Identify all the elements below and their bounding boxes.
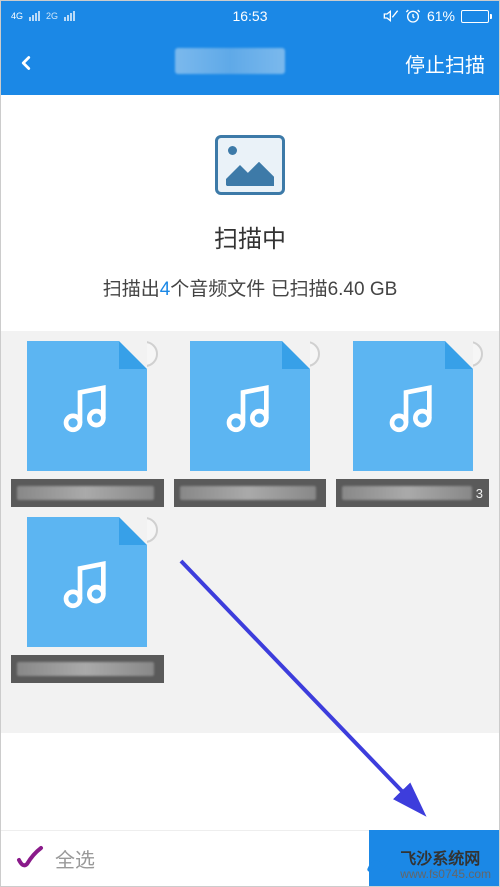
- scan-status-panel: 扫描中 扫描出4个音频文件 已扫描6.40 GB: [1, 95, 499, 331]
- signal-bars-2: [64, 11, 75, 21]
- select-all-label: 全选: [55, 844, 95, 873]
- file-name-label: [11, 655, 164, 683]
- checkmark-icon: [15, 844, 45, 874]
- network-2g: 2G: [46, 11, 58, 21]
- battery-icon: [461, 10, 489, 23]
- file-tile[interactable]: [174, 341, 327, 507]
- file-name-label: 3: [336, 479, 489, 507]
- file-name-label: [11, 479, 164, 507]
- file-grid: 3: [1, 331, 499, 733]
- scan-summary: 扫描出4个音频文件 已扫描6.40 GB: [21, 274, 479, 301]
- network-4g: 4G: [11, 11, 23, 21]
- app-bar: 停止扫描: [1, 31, 499, 95]
- audio-file-icon: [190, 341, 310, 471]
- music-note-icon: [59, 381, 115, 437]
- watermark: 飞沙系统网 www.fs0745.com: [366, 852, 491, 880]
- watermark-logo-icon: [366, 852, 394, 880]
- chevron-left-icon: [15, 46, 37, 80]
- stop-scan-button[interactable]: 停止扫描: [405, 49, 485, 78]
- app-title: [55, 48, 405, 79]
- image-placeholder-icon: [215, 135, 285, 195]
- select-all-toggle[interactable]: 全选: [15, 844, 95, 874]
- watermark-url: www.fs0745.com: [400, 868, 491, 880]
- file-tile[interactable]: [11, 517, 164, 683]
- audio-file-icon: [27, 341, 147, 471]
- music-note-icon: [222, 381, 278, 437]
- audio-file-icon: [27, 517, 147, 647]
- no-sound-icon: [383, 8, 399, 24]
- watermark-name: 飞沙系统网: [400, 852, 491, 868]
- music-note-icon: [385, 381, 441, 437]
- alarm-icon: [405, 8, 421, 24]
- back-button[interactable]: [15, 46, 55, 80]
- app-title-blurred: [175, 48, 285, 74]
- scan-count: 4: [160, 279, 171, 300]
- scan-status-title: 扫描中: [21, 219, 479, 254]
- scan-size: 6.40 GB: [328, 279, 398, 300]
- battery-percent: 61%: [427, 8, 455, 24]
- file-tile[interactable]: 3: [336, 341, 489, 507]
- status-time: 16:53: [170, 8, 329, 24]
- audio-file-icon: [353, 341, 473, 471]
- signal-bars-1: [29, 11, 40, 21]
- file-tile[interactable]: [11, 341, 164, 507]
- music-note-icon: [59, 557, 115, 613]
- status-bar: 4G 2G 16:53 61%: [1, 1, 499, 31]
- file-name-label: [174, 479, 327, 507]
